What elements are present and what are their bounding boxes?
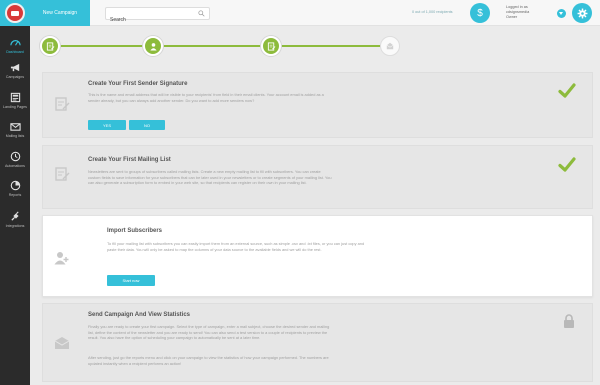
card-title: Create Your First Mailing List (88, 157, 171, 163)
search-input[interactable] (106, 14, 194, 26)
signature-icon (267, 41, 275, 51)
sidebar-item-campaigns[interactable]: Campaigns (0, 62, 30, 90)
mail-icon (9, 123, 21, 131)
card-import-subscribers: Import Subscribers To fill your mailing … (42, 215, 593, 297)
onboarding-progress (30, 26, 600, 66)
sidebar-item-label: Automations (5, 164, 25, 168)
sidebar-item-landing-pages[interactable]: Landing Pages (0, 92, 30, 120)
dollar-icon: $ (477, 7, 483, 19)
card-mailing-list: Create Your First Mailing List Newslette… (42, 145, 593, 209)
envelope-open-icon (54, 337, 70, 349)
card-description-followup: After sending, just go the reports menu … (88, 355, 329, 366)
sidebar-item-mailing-lists[interactable]: Mailing lists (0, 121, 30, 149)
search-box (105, 7, 210, 26)
sidebar-item-reports[interactable]: Reports (0, 180, 30, 208)
signature-icon (55, 167, 70, 181)
card-sender-signature: Create Your First Sender Signature This … (42, 72, 593, 138)
step-sender-signature[interactable] (40, 36, 60, 56)
add-user-icon (54, 252, 69, 265)
top-bar: New Campaign 0 out of 1,000 recipients $… (30, 0, 600, 26)
card-description: To fill your mailing list with subscribe… (107, 241, 365, 252)
step-import-subscribers[interactable] (261, 36, 281, 56)
card-send-campaign: Send Campaign And View Statistics Finall… (42, 303, 593, 382)
sidebar-item-label: Mailing lists (5, 134, 25, 138)
plug-icon (10, 211, 19, 221)
recipient-credits: 0 out of 1,000 recipients (412, 10, 453, 14)
start-now-button[interactable]: Start now (107, 275, 155, 286)
user-icon (149, 42, 157, 51)
clock-icon (10, 151, 20, 162)
pie-chart-icon (10, 180, 20, 191)
sidebar-item-label: Dashboard (6, 50, 24, 54)
check-icon (558, 83, 576, 98)
gear-icon (577, 8, 587, 18)
sidebar-item-integrations[interactable]: Integrations (0, 211, 30, 239)
search-icon[interactable] (198, 10, 205, 17)
card-title: Create Your First Sender Signature (88, 81, 188, 87)
card-description: Newsletters are sent to groups of subscr… (88, 169, 332, 185)
megaphone-icon (10, 63, 19, 72)
envelope-open-icon (386, 42, 394, 50)
yes-button[interactable]: YES (88, 120, 126, 130)
sidebar-item-label: Campaigns (5, 75, 25, 79)
sidebar-item-label: Integrations (5, 224, 25, 228)
step-send-campaign[interactable] (380, 36, 400, 56)
no-button[interactable]: NO (129, 120, 165, 130)
settings-button[interactable] (572, 3, 592, 23)
sidebar: Dashboard Campaigns Landing Pages Mailin… (0, 0, 30, 385)
card-description: This is the name and email address that … (88, 92, 324, 103)
landing-page-icon (10, 92, 20, 103)
billing-button[interactable]: $ (470, 3, 490, 23)
sidebar-item-label: Landing Pages (3, 105, 27, 109)
sidebar-item-automations[interactable]: Automations (0, 151, 30, 179)
card-description: Finally you are ready to create your fir… (88, 324, 330, 340)
app-logo[interactable] (0, 0, 30, 26)
lock-icon (564, 314, 574, 328)
card-title: Import Subscribers (107, 228, 163, 234)
sidebar-item-label: Reports (8, 193, 22, 197)
logo-icon (5, 3, 25, 23)
new-campaign-button[interactable]: New Campaign (30, 0, 90, 26)
sidebar-item-dashboard[interactable]: Dashboard (0, 37, 30, 65)
signature-icon (46, 41, 54, 51)
dashboard-icon (9, 40, 21, 46)
card-title: Send Campaign And View Statistics (88, 312, 191, 318)
account-dropdown-button[interactable] (557, 9, 566, 18)
step-mailing-list[interactable] (143, 36, 163, 56)
progress-line-complete (50, 45, 380, 47)
signature-icon (55, 97, 70, 111)
check-icon (558, 157, 576, 172)
user-role: Owner (506, 15, 518, 20)
user-info: Logged in as cdsignsmedia Owner (506, 5, 529, 21)
